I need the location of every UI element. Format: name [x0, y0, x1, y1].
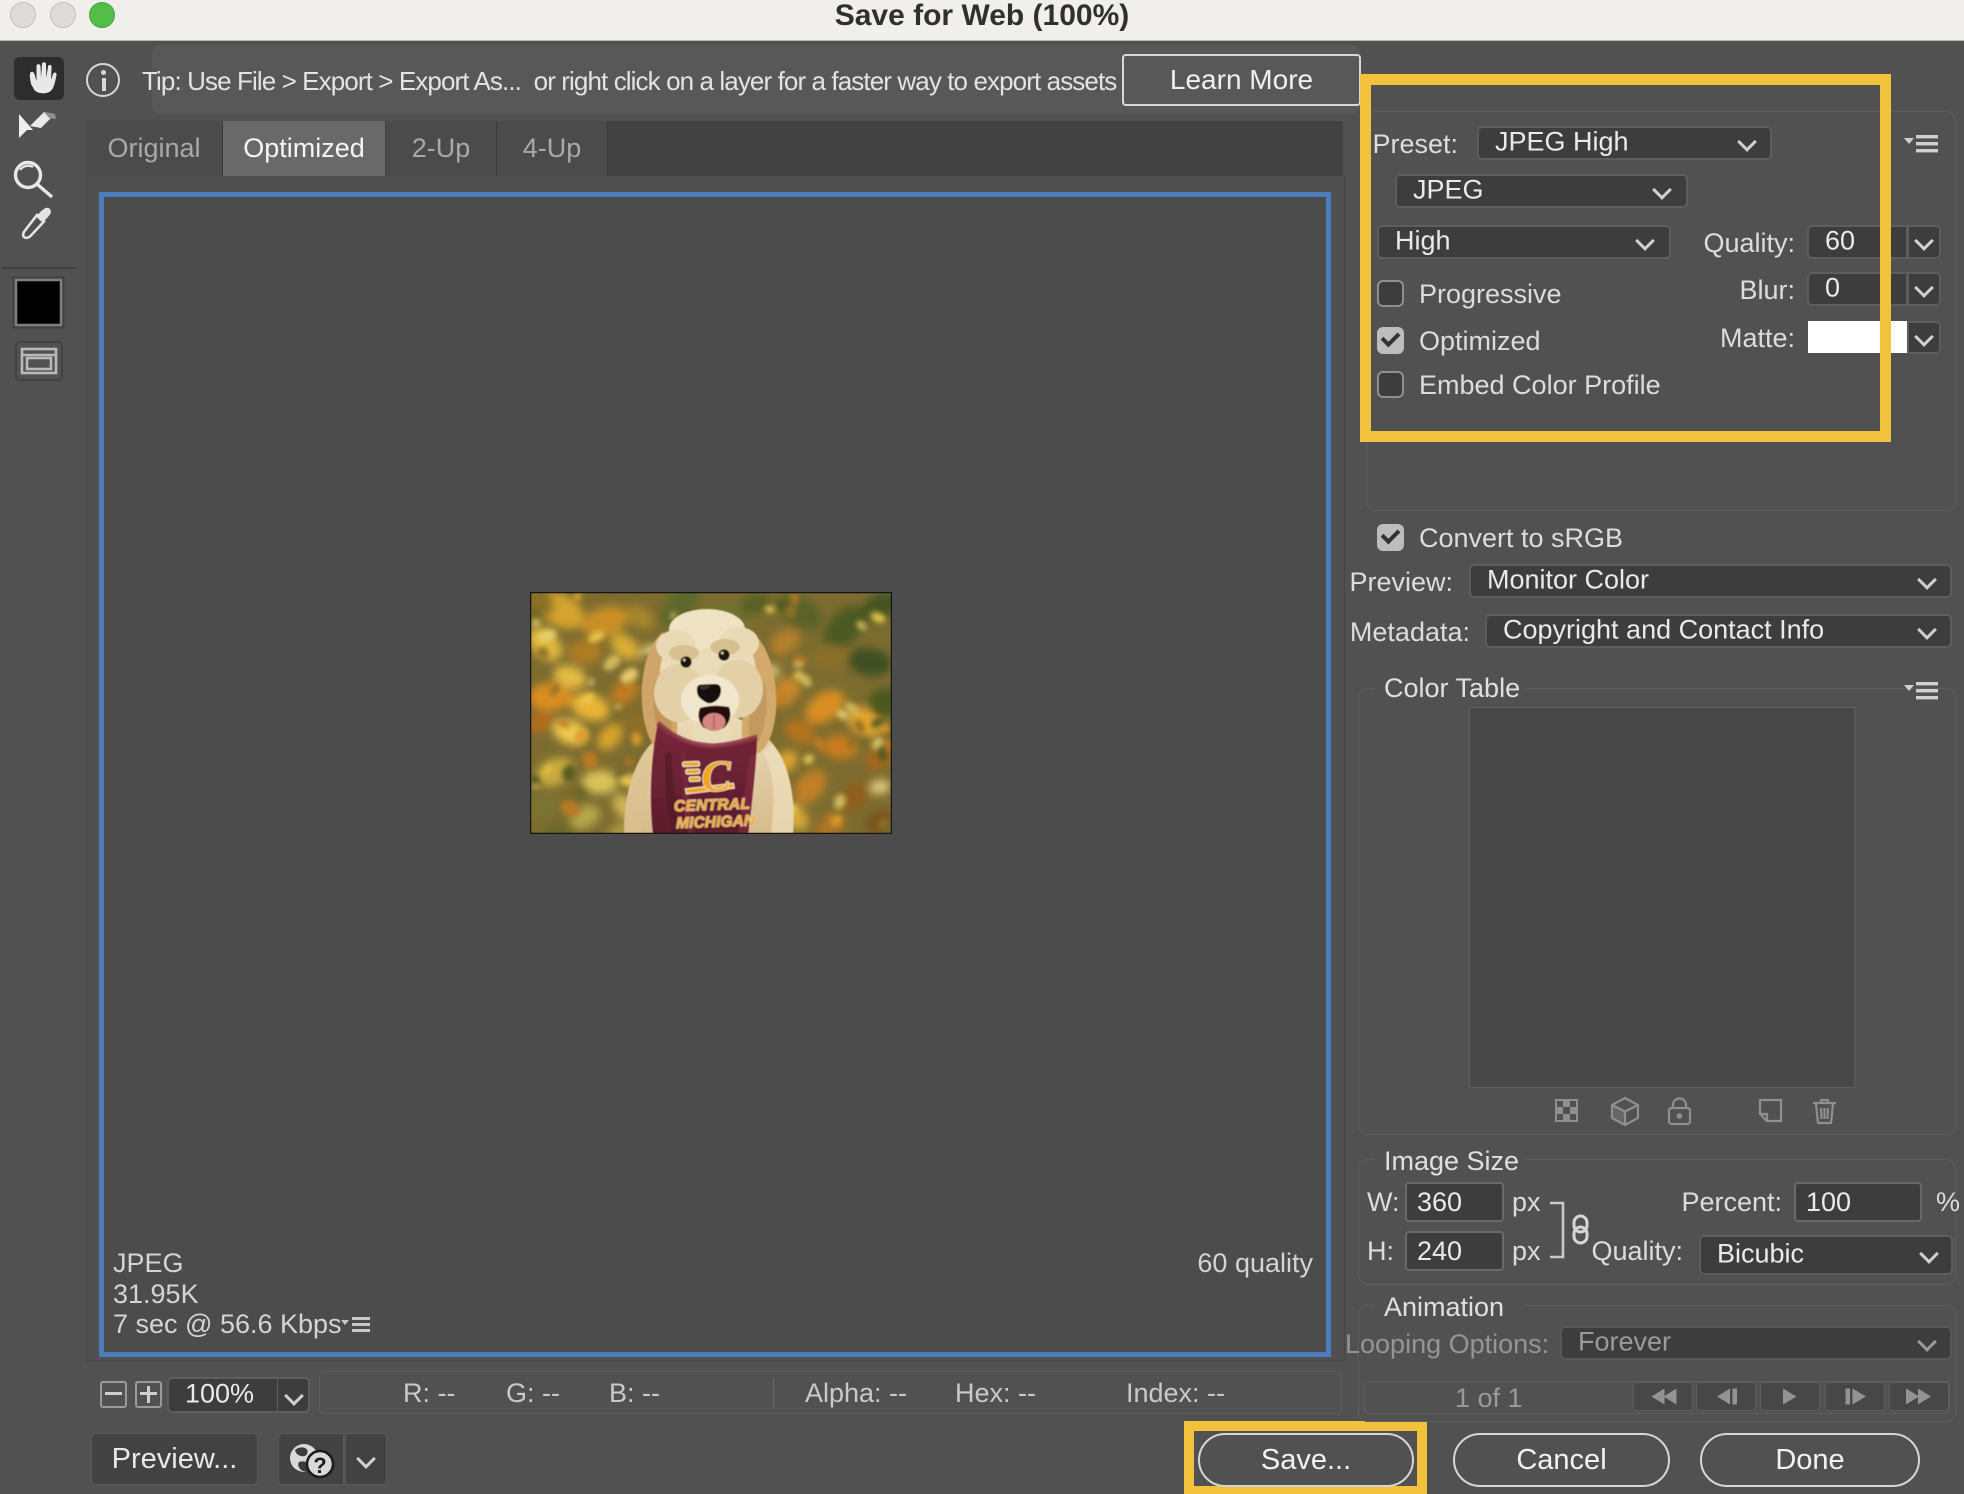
svg-text:MICHIGAN: MICHIGAN: [676, 812, 756, 832]
svg-text:C: C: [700, 751, 732, 801]
svg-text:?: ?: [313, 1453, 326, 1478]
